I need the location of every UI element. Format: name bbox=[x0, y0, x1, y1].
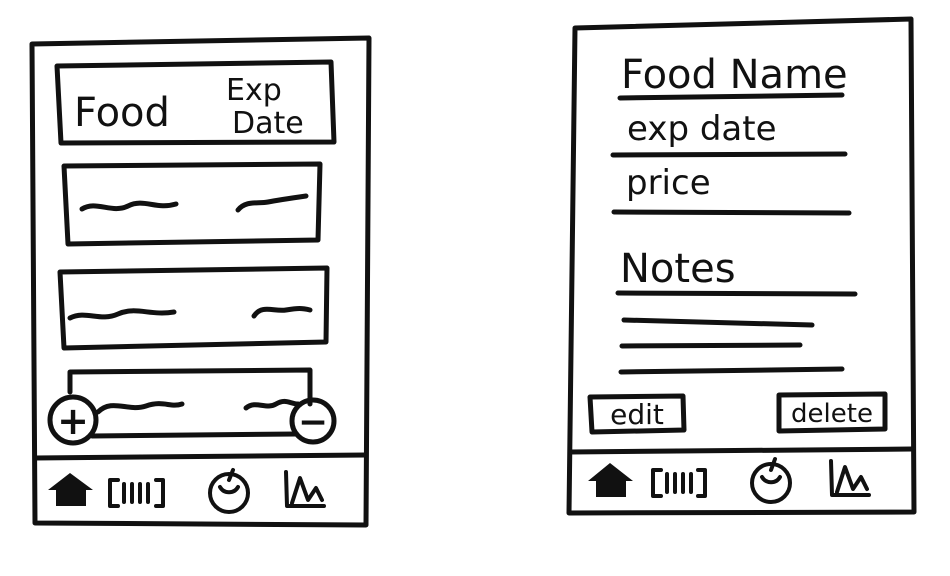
tomato-icon bbox=[208, 468, 250, 514]
food-name-scribble bbox=[79, 200, 179, 212]
exp-date-scribble bbox=[235, 193, 309, 213]
list-screen: Food Exp Date + − bbox=[29, 35, 372, 528]
price-field[interactable]: price bbox=[611, 163, 852, 216]
exp-date-underline bbox=[610, 151, 848, 158]
nav-food[interactable] bbox=[750, 457, 792, 504]
exp-column-label-line1: Exp bbox=[226, 73, 282, 108]
notes-field[interactable]: Notes bbox=[615, 246, 858, 375]
nav-divider bbox=[567, 446, 915, 455]
notes-underline bbox=[615, 290, 858, 297]
exp-date-scribble bbox=[251, 306, 313, 319]
bottom-nav bbox=[32, 452, 369, 514]
price-underline bbox=[611, 209, 852, 216]
nav-barcode[interactable] bbox=[651, 468, 707, 498]
exp-date-label: exp date bbox=[627, 109, 777, 149]
tomato-icon bbox=[750, 457, 792, 504]
exp-column-label-line2: Date bbox=[232, 106, 304, 141]
food-name-scribble bbox=[95, 401, 185, 415]
list-header: Food Exp Date bbox=[54, 59, 337, 146]
list-item-box-bottom bbox=[89, 431, 299, 439]
nav-home[interactable] bbox=[48, 473, 93, 506]
nav-chart[interactable] bbox=[829, 459, 871, 497]
remove-icon: − bbox=[298, 402, 328, 443]
edit-button[interactable]: edit bbox=[587, 393, 687, 435]
chart-icon bbox=[284, 470, 326, 508]
nav-food[interactable] bbox=[208, 468, 250, 514]
list-item[interactable] bbox=[67, 367, 313, 439]
home-icon bbox=[588, 463, 633, 497]
list-item[interactable] bbox=[61, 161, 323, 247]
food-name-underline bbox=[617, 92, 845, 101]
notes-label: Notes bbox=[620, 246, 736, 292]
barcode-icon bbox=[108, 478, 165, 508]
barcode-icon bbox=[651, 468, 707, 498]
food-name-field[interactable]: Food Name bbox=[617, 52, 848, 101]
list-item[interactable] bbox=[57, 265, 330, 351]
detail-screen: Food Name exp date price Notes edit dele… bbox=[566, 16, 917, 516]
exp-date-scribble bbox=[243, 398, 301, 411]
exp-date-field[interactable]: exp date bbox=[610, 109, 848, 158]
add-icon: + bbox=[57, 399, 89, 443]
price-label: price bbox=[626, 163, 711, 203]
food-name-scribble bbox=[67, 308, 177, 321]
add-item-button[interactable]: + bbox=[47, 394, 99, 446]
list-item-box bbox=[61, 161, 323, 247]
home-icon bbox=[48, 473, 93, 506]
notes-line bbox=[618, 366, 845, 375]
chart-icon bbox=[829, 459, 871, 497]
delete-button[interactable]: delete bbox=[776, 391, 888, 434]
remove-item-button[interactable]: − bbox=[289, 397, 337, 445]
nav-divider bbox=[32, 452, 369, 461]
list-item-box-top bbox=[67, 367, 313, 407]
nav-barcode[interactable] bbox=[108, 478, 165, 508]
food-column-label: Food bbox=[74, 90, 170, 136]
notes-line bbox=[621, 317, 815, 328]
food-name-label: Food Name bbox=[621, 52, 848, 98]
delete-button-label: delete bbox=[791, 399, 873, 429]
nav-home[interactable] bbox=[588, 463, 633, 497]
bottom-nav bbox=[567, 446, 915, 504]
nav-chart[interactable] bbox=[284, 470, 326, 508]
notes-line bbox=[619, 342, 803, 349]
edit-button-label: edit bbox=[610, 398, 664, 431]
